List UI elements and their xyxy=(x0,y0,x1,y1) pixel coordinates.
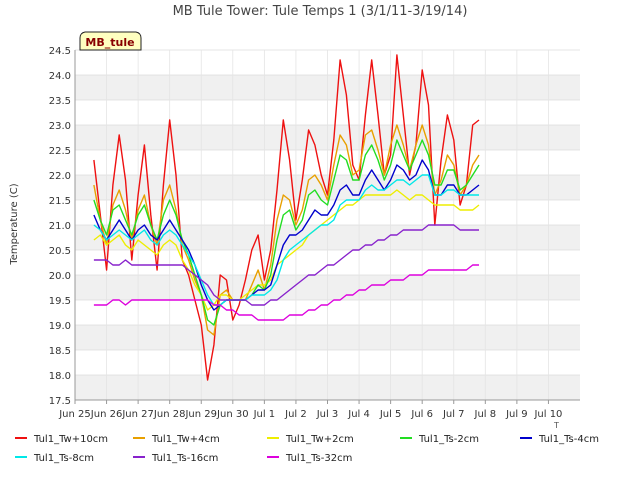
x-tick-label: Jul 1 xyxy=(253,409,276,420)
legend-label: Tul1_Tw+2cm xyxy=(285,434,354,445)
x-tick-label: Jun 25 xyxy=(58,409,91,420)
y-tick-label: 24.5 xyxy=(49,46,71,57)
legend: Tul1_Tw+10cm Tul1_Tw+4cm Tul1_Tw+2cm Tul1_T… xyxy=(15,434,599,464)
x-tick-label: Jul 8 xyxy=(474,409,497,420)
legend-label: Tul1_Ts-2cm xyxy=(418,434,479,445)
y-tick-label: 18.5 xyxy=(49,346,71,357)
x-tick-label: Jul 10 xyxy=(533,409,562,420)
x-tick-label: Jul 7 xyxy=(442,409,465,420)
legend-label: Tul1_Ts-16cm xyxy=(151,453,218,464)
y-tick-label: 19.0 xyxy=(49,321,71,332)
y-tick-label: 17.5 xyxy=(49,396,71,407)
chart-title: MB Tule Tower: Tule Temps 1 (3/1/11-3/19… xyxy=(173,4,468,19)
y-axis-ticks: 17.5 18.0 18.5 19.0 19.5 20.0 20.5 21.0 21.5 22.0… xyxy=(49,46,71,407)
x-tick-label: Jul 2 xyxy=(284,409,307,420)
x-tick-label: Jul 6 xyxy=(410,409,433,420)
temperature-chart: MB Tule Tower: Tule Temps 1 (3/1/11-3/19… xyxy=(9,4,599,464)
y-axis-label: Temperature (C) xyxy=(9,183,20,265)
legend-label: Tul1_Ts-32cm xyxy=(285,453,352,464)
axis-corner-label: T xyxy=(553,421,559,430)
y-tick-label: 18.0 xyxy=(49,371,71,382)
station-badge-label: MB_tule xyxy=(85,36,134,49)
legend-label: Tul1_Ts-8cm xyxy=(33,453,94,464)
y-tick-label: 20.0 xyxy=(49,271,71,282)
x-tick-label: Jul 4 xyxy=(347,409,370,420)
legend-label: Tul1_Tw+10cm xyxy=(33,434,108,445)
x-tick-label: Jul 5 xyxy=(379,409,402,420)
x-tick-label: Jul 3 xyxy=(316,409,339,420)
x-tick-label: Jun 28 xyxy=(153,409,186,420)
legend-label: Tul1_Ts-4cm xyxy=(538,434,599,445)
y-tick-label: 21.0 xyxy=(49,221,71,232)
x-axis-ticks: Jun 25 Jun 26 Jun 27 Jun 28 Jun 29 Jun 30 Jul … xyxy=(58,400,562,420)
y-tick-label: 23.0 xyxy=(49,121,71,132)
x-tick-label: Jun 29 xyxy=(184,409,217,420)
x-tick-label: Jul 9 xyxy=(505,409,528,420)
y-tick-label: 24.0 xyxy=(49,71,71,82)
x-tick-label: Jun 26 xyxy=(90,409,123,420)
y-tick-label: 19.5 xyxy=(49,296,71,307)
station-badge: MB_tule xyxy=(79,31,142,51)
y-tick-label: 22.0 xyxy=(49,171,71,182)
y-tick-label: 21.5 xyxy=(49,196,71,207)
y-tick-label: 23.5 xyxy=(49,96,71,107)
x-tick-label: Jun 30 xyxy=(216,409,249,420)
x-tick-label: Jun 27 xyxy=(121,409,154,420)
y-tick-label: 22.5 xyxy=(49,146,71,157)
y-tick-label: 20.5 xyxy=(49,246,71,257)
legend-label: Tul1_Tw+4cm xyxy=(151,434,220,445)
